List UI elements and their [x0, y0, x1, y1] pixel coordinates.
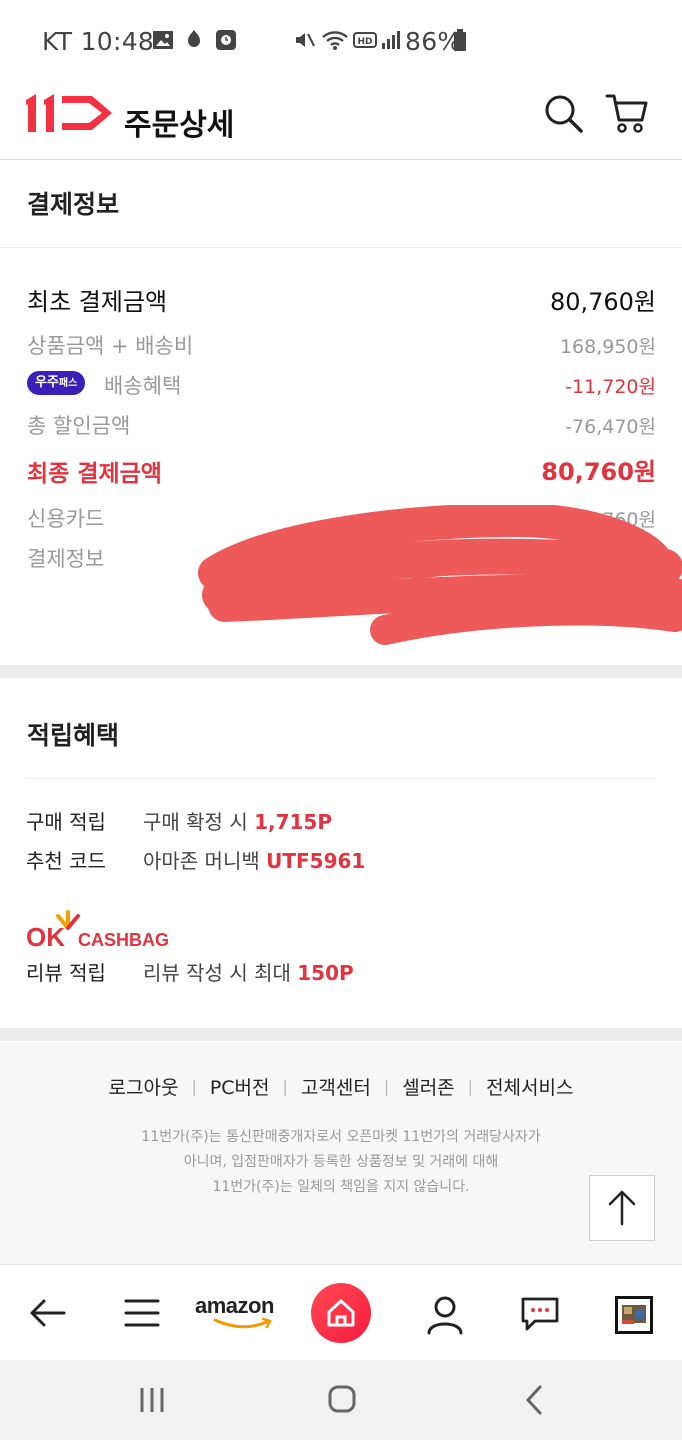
- home-button[interactable]: [311, 1283, 371, 1343]
- total-discount-value: -76,470원: [565, 416, 656, 438]
- initial-payment-value: 80,760원: [549, 288, 656, 316]
- review-reward-desc: 리뷰 작성 시 최대: [143, 961, 291, 985]
- purchase-reward-text: 구매 확정 시 1,715P: [143, 806, 332, 835]
- footer-link-pc[interactable]: PC버전: [210, 1073, 270, 1100]
- referral-code-label: 추천 코드: [26, 849, 106, 873]
- system-home-icon[interactable]: [327, 1384, 357, 1414]
- okcashbag-logo: OK CASHBAG: [26, 908, 186, 952]
- page-title: 주문상세: [124, 108, 235, 143]
- amazon-label: amazon: [195, 1293, 274, 1318]
- arrow-up-icon: [608, 1190, 636, 1226]
- chat-icon[interactable]: [519, 1295, 561, 1333]
- top-header: 주문상세: [0, 80, 682, 160]
- final-payment-label: 최종 결제금액: [27, 461, 162, 487]
- mute-icon: [296, 33, 315, 47]
- credit-card-label: 신용카드: [27, 507, 105, 531]
- footer-link-all-services[interactable]: 전체서비스: [486, 1073, 573, 1100]
- pass-badge-main: 우주: [35, 375, 59, 390]
- footer-divider: |: [282, 1077, 288, 1096]
- recent-item-thumbnail[interactable]: [615, 1296, 653, 1334]
- footer-note-line2: 아니며, 입점판매자가 등록한 상품정보 및 거래에 대해: [183, 1154, 499, 1170]
- footer-link-logout[interactable]: 로그아웃: [109, 1073, 179, 1100]
- divider: [26, 778, 656, 779]
- search-icon[interactable]: [542, 92, 584, 134]
- my-account-icon[interactable]: [426, 1295, 464, 1335]
- redaction-scribble: [198, 505, 682, 645]
- final-payment-value: 80,760원: [541, 458, 656, 486]
- section-gap: [0, 665, 682, 678]
- section-gap: [0, 1028, 682, 1041]
- svg-text:HD: HD: [357, 37, 372, 47]
- scroll-to-top-button[interactable]: [589, 1175, 655, 1241]
- referral-code-text: 아마존 머니백 UTF5961: [143, 845, 365, 874]
- purchase-reward-desc: 구매 확정 시: [143, 810, 248, 834]
- back-arrow-icon[interactable]: [28, 1296, 66, 1330]
- initial-payment-label: 최초 결제금액: [27, 288, 168, 316]
- purchase-reward-points: 1,715P: [254, 810, 332, 834]
- divider: [0, 247, 682, 248]
- shipping-benefit-label: 배송혜택: [104, 374, 182, 398]
- signal-icon: [382, 31, 400, 49]
- wifi-icon: [322, 31, 348, 50]
- footer: 로그아웃 | PC버전 | 고객센터 | 셀러존 | 전체서비스 11번가(주)…: [0, 1042, 682, 1264]
- woozoo-pass-badge: 우주패스: [27, 371, 86, 395]
- payment-section-title: 결제정보: [27, 190, 120, 219]
- product-shipping-label: 상품금액 + 배송비: [27, 334, 194, 358]
- total-discount-label: 총 할인금액: [27, 414, 131, 438]
- footer-divider: |: [191, 1077, 197, 1096]
- footer-divider: |: [383, 1077, 390, 1096]
- footer-link-seller-zone[interactable]: 셀러존: [402, 1073, 454, 1100]
- menu-icon[interactable]: [124, 1297, 160, 1329]
- pass-badge-sub: 패스: [58, 378, 78, 389]
- system-back-icon[interactable]: [522, 1384, 546, 1416]
- 11st-logo[interactable]: [22, 92, 116, 134]
- gallery-icon: [153, 31, 173, 49]
- review-reward-text: 리뷰 작성 시 최대 150P: [143, 957, 354, 986]
- battery-icon: [454, 29, 466, 51]
- review-reward-label: 리뷰 적립: [26, 961, 106, 985]
- amazon-button[interactable]: amazon: [195, 1293, 285, 1333]
- hd-voice-icon: HD: [353, 32, 377, 48]
- clock-app-icon: [216, 30, 236, 50]
- footer-divider: |: [467, 1077, 474, 1096]
- status-bar: KT 10:48 HD 86%: [0, 0, 682, 80]
- footer-note-line1: 11번가(주)는 통신판매중개자로서 오픈마켓 11번가의 거래당사자가: [141, 1129, 541, 1145]
- carrier-time: KT 10:48: [42, 27, 155, 56]
- footer-links: 로그아웃 | PC버전 | 고객센터 | 셀러존 | 전체서비스: [0, 1073, 682, 1100]
- okcashbag-ok: OK: [26, 922, 65, 952]
- shipping-benefit-value: -11,720원: [565, 376, 656, 398]
- okcashbag-text: CASHBAG: [78, 930, 170, 950]
- system-nav-bar: [0, 1360, 682, 1440]
- amazon-smile-icon: [213, 1317, 272, 1329]
- footer-note-line3: 11번가(주)는 일체의 책임을 지지 않습니다.: [212, 1179, 470, 1195]
- home-icon: [327, 1299, 355, 1327]
- referral-desc: 아마존 머니백: [143, 849, 260, 873]
- rewards-section-title: 적립혜택: [27, 721, 120, 750]
- payment-info-label: 결제정보: [27, 547, 105, 571]
- product-shipping-value: 168,950원: [559, 336, 656, 358]
- referral-code-value: UTF5961: [266, 849, 366, 873]
- purchase-reward-label: 구매 적립: [26, 810, 106, 834]
- recent-apps-icon[interactable]: [138, 1386, 166, 1414]
- cart-icon[interactable]: [604, 90, 650, 136]
- footer-link-customer-center[interactable]: 고객센터: [301, 1073, 371, 1100]
- bixby-icon: [188, 30, 200, 47]
- review-reward-points: 150P: [297, 961, 354, 985]
